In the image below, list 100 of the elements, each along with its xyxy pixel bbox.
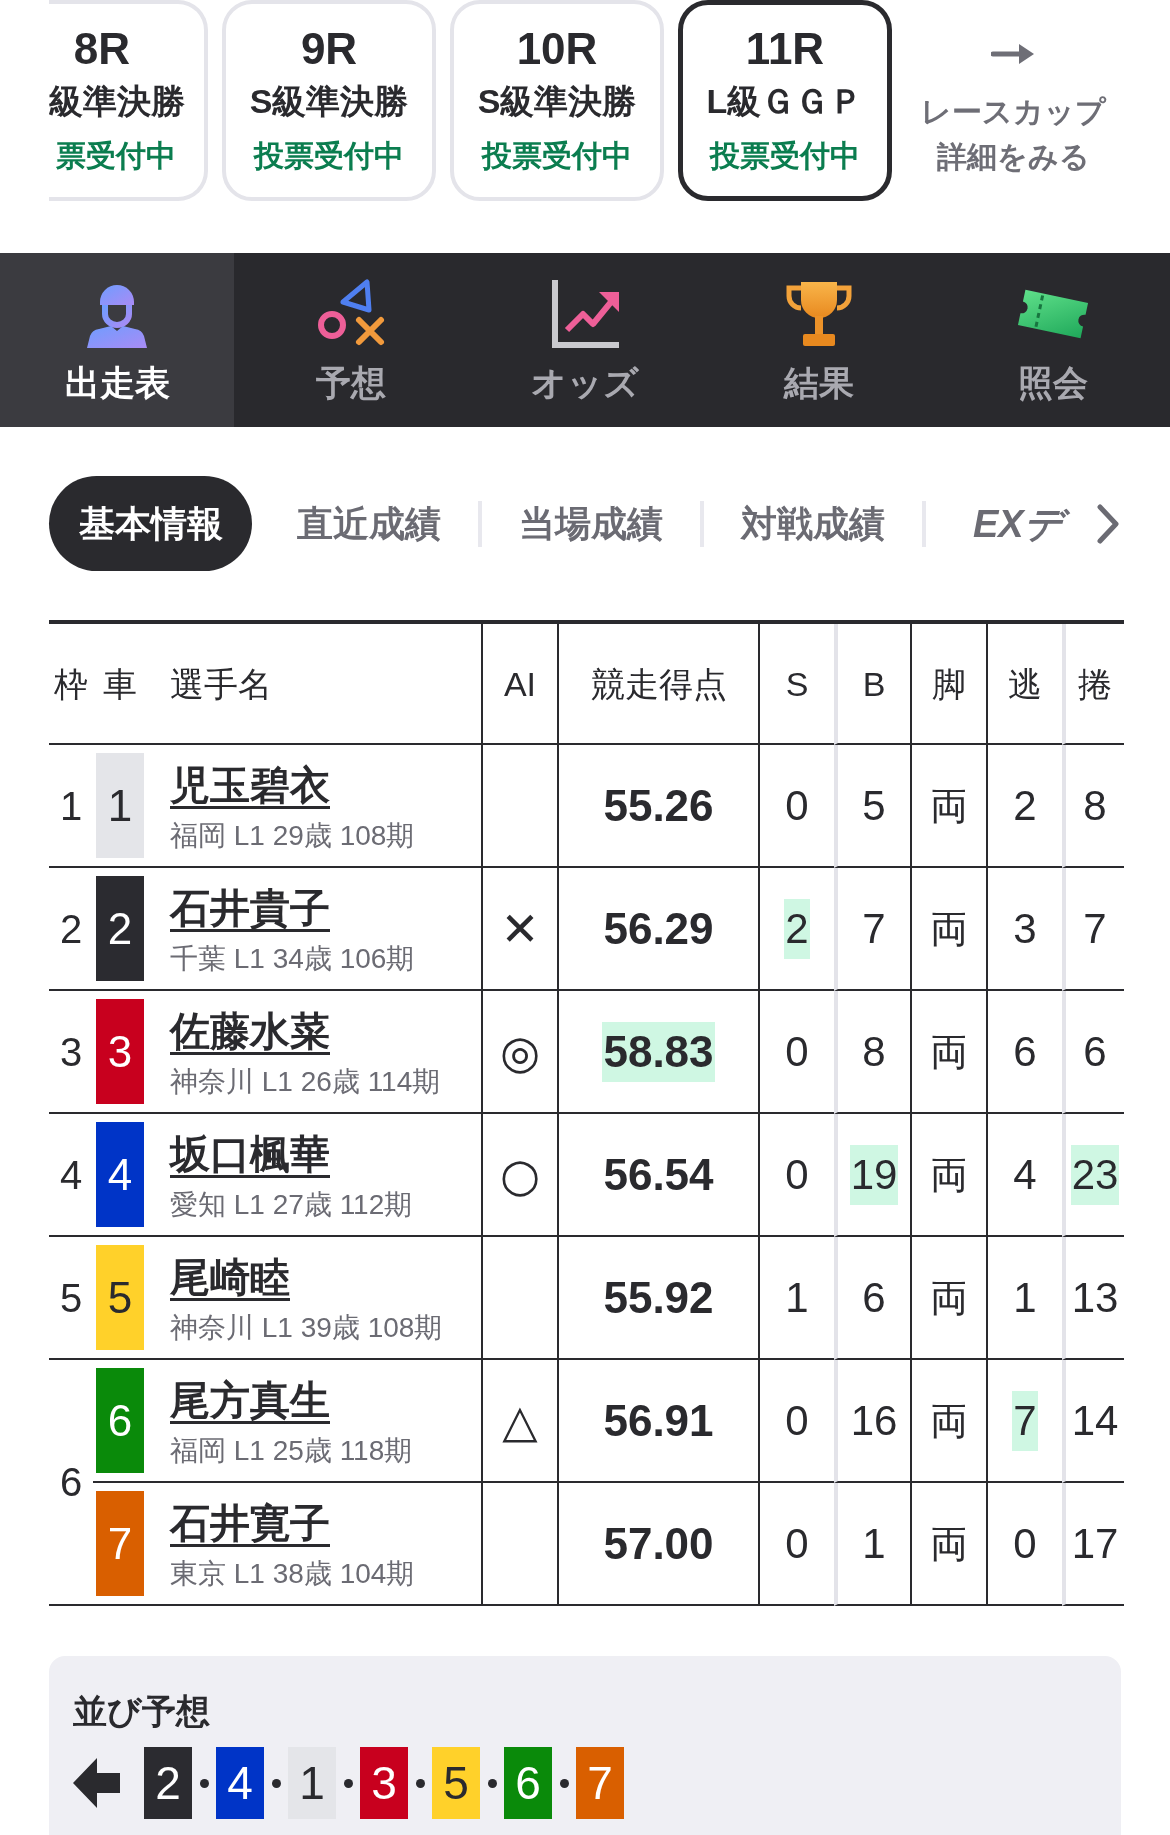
car-number: 6: [96, 1368, 144, 1473]
rider-name-link[interactable]: 児玉碧衣: [170, 758, 330, 811]
score-value: 57.00: [602, 1517, 715, 1570]
race-card[interactable]: 11R L級ＧＧＰ 投票受付中: [678, 0, 892, 201]
nav-tab[interactable]: オッズ: [468, 253, 702, 427]
race-status: 投票受付中: [254, 138, 404, 174]
leg-type: 両: [929, 906, 969, 952]
car-number: 4: [216, 1747, 264, 1819]
stat-value: 5: [861, 780, 887, 831]
stat-value: 1: [861, 1518, 887, 1569]
nav-tab[interactable]: 照会: [936, 253, 1170, 427]
sub-tab[interactable]: 当場成績: [519, 501, 663, 546]
rider-profile: 福岡 L1 25歳 118期: [170, 1433, 413, 1468]
column-header: 競走得点: [590, 664, 727, 703]
stat-value: 19: [849, 1144, 899, 1205]
rider-name-link[interactable]: 坂口楓華: [170, 1127, 330, 1180]
column-header: 車: [103, 664, 137, 703]
nav-tab[interactable]: 結果: [702, 253, 936, 427]
rider-name-link[interactable]: 石井寛子: [170, 1496, 330, 1549]
stat-value: 0: [784, 1395, 810, 1446]
race-grade: 級準決勝: [49, 81, 185, 122]
stat-value: 6: [1012, 1026, 1038, 1077]
rising-chart-icon: [549, 278, 621, 350]
rider-name-link[interactable]: 佐藤水菜: [170, 1004, 330, 1057]
arrow-right-icon: [991, 43, 1035, 65]
ai-mark: △: [502, 1393, 538, 1448]
stat-value: 2: [1012, 780, 1038, 831]
sub-tab[interactable]: 基本情報: [49, 476, 252, 571]
column-header: 捲: [1078, 664, 1112, 703]
race-grade: S級準決勝: [249, 81, 409, 122]
race-number: 10R: [516, 23, 598, 75]
stat-value: 2: [784, 898, 810, 959]
frame-number: 1: [59, 783, 83, 828]
frame-number: 6: [59, 1460, 83, 1504]
cup-details-link[interactable]: レースカップ 詳細をみる: [920, 43, 1106, 179]
sub-tab[interactable]: 直近成績: [297, 501, 441, 546]
score-value: 55.92: [602, 1271, 715, 1324]
column-header: 選手名: [170, 664, 272, 703]
ai-mark: ✕: [500, 901, 540, 956]
stat-value: 17: [1070, 1518, 1120, 1569]
frame-number: 3: [59, 1029, 83, 1074]
stat-value: 16: [849, 1395, 899, 1446]
car-number: 5: [96, 1245, 144, 1350]
car-number: 7: [576, 1747, 624, 1819]
rider-name-link[interactable]: 石井貴子: [170, 881, 330, 934]
leg-type: 両: [929, 1029, 969, 1075]
race-status: 投票受付中: [482, 138, 632, 174]
rider-profile: 神奈川 L1 39歳 108期: [170, 1310, 443, 1345]
car-number: 2: [144, 1747, 192, 1819]
stat-value: 0: [784, 780, 810, 831]
stat-value: 13: [1070, 1272, 1120, 1323]
column-header: S: [785, 664, 809, 703]
frame-number: 5: [59, 1275, 83, 1320]
nav-tab[interactable]: 予想: [234, 253, 468, 427]
column-header: 脚: [932, 664, 966, 703]
leg-type: 両: [929, 1398, 969, 1444]
ai-mark: ○: [499, 1147, 541, 1202]
score-value: 56.91: [602, 1394, 715, 1447]
stat-value: 7: [1082, 903, 1108, 954]
race-card[interactable]: 8R 級準決勝 票受付中: [49, 0, 208, 201]
leg-type: 両: [929, 1275, 969, 1321]
rider-profile: 東京 L1 38歳 104期: [170, 1556, 415, 1591]
rider-name-link[interactable]: 尾崎睦: [170, 1250, 290, 1303]
rider-name-link[interactable]: 尾方真生: [170, 1373, 330, 1426]
column-header: 枠: [54, 664, 88, 703]
race-number: 8R: [73, 23, 130, 75]
stat-value: 3: [1012, 903, 1038, 954]
leg-type: 両: [929, 1521, 969, 1567]
car-number: 3: [96, 999, 144, 1104]
column-header: AI: [503, 664, 537, 703]
car-number: 1: [288, 1747, 336, 1819]
sub-tab[interactable]: EXデ: [971, 498, 1071, 549]
race-card[interactable]: 9R S級準決勝 投票受付中: [222, 0, 436, 201]
nav-tab[interactable]: 出走表: [0, 253, 234, 427]
stat-value: 6: [861, 1272, 887, 1323]
race-card[interactable]: 10R S級準決勝 投票受付中: [450, 0, 664, 201]
car-number: 3: [360, 1747, 408, 1819]
race-status: 投票受付中: [710, 138, 860, 174]
race-status: 票受付中: [56, 138, 176, 174]
rider-profile: 愛知 L1 27歳 112期: [170, 1187, 413, 1222]
stat-value: 7: [1012, 1390, 1038, 1451]
stat-value: 1: [1012, 1272, 1038, 1323]
stat-value: 0: [784, 1026, 810, 1077]
stat-value: 1: [784, 1272, 810, 1323]
stat-value: 14: [1070, 1395, 1120, 1446]
panel-title: 並び予想: [73, 1692, 210, 1730]
chevron-right-icon[interactable]: [1096, 503, 1120, 544]
race-number: 11R: [745, 23, 825, 75]
car-number: 7: [96, 1491, 144, 1596]
leg-type: 両: [929, 783, 969, 829]
car-number: 4: [96, 1122, 144, 1227]
frame-number: 2: [59, 906, 83, 951]
sub-tab[interactable]: 対戦成績: [741, 501, 885, 546]
rider-profile: 神奈川 L1 26歳 114期: [170, 1064, 441, 1099]
arrow-left-icon: [73, 1758, 120, 1808]
stat-value: 4: [1012, 1149, 1038, 1200]
stat-value: 8: [861, 1026, 887, 1077]
column-header: 逃: [1008, 664, 1042, 703]
car-number: 2: [96, 876, 144, 981]
stat-value: 0: [1012, 1518, 1038, 1569]
